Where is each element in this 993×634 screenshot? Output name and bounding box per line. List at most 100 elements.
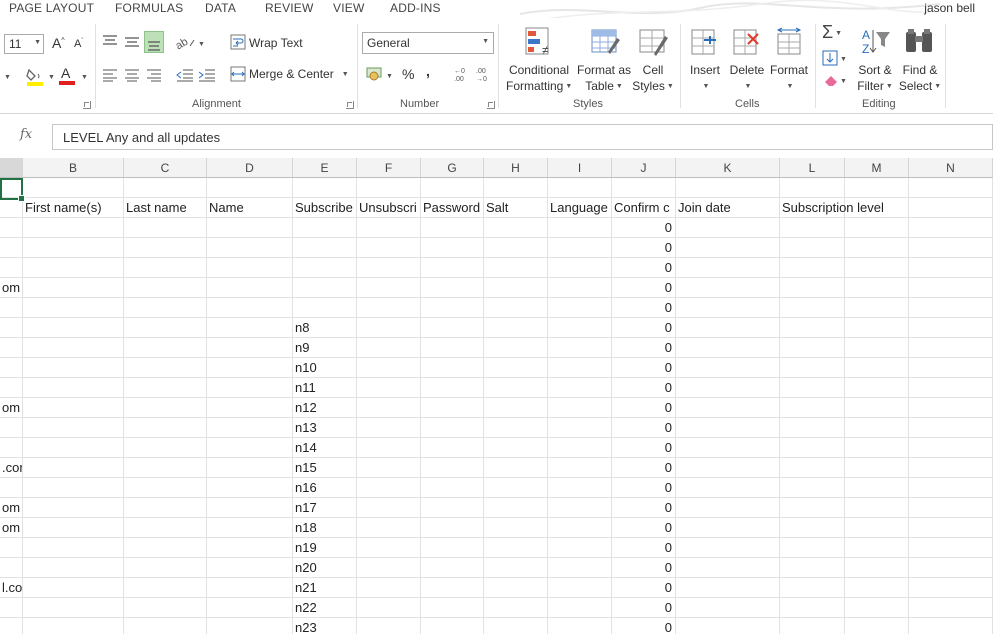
table-cell[interactable]: [421, 618, 484, 634]
table-cell[interactable]: [676, 558, 780, 578]
table-cell[interactable]: [676, 578, 780, 598]
table-cell[interactable]: [548, 558, 612, 578]
column-header-c[interactable]: C: [124, 158, 207, 178]
tab-view[interactable]: VIEW: [333, 1, 364, 15]
table-cell[interactable]: [23, 338, 124, 358]
table-cell[interactable]: [780, 458, 845, 478]
table-cell[interactable]: [207, 438, 293, 458]
confirm-cell[interactable]: 0: [612, 418, 676, 438]
table-cell[interactable]: [124, 498, 207, 518]
table-cell[interactable]: [780, 298, 845, 318]
table-cell[interactable]: [23, 238, 124, 258]
column-header-a[interactable]: [0, 158, 23, 178]
table-cell[interactable]: [207, 538, 293, 558]
table-cell[interactable]: [909, 618, 993, 634]
table-cell[interactable]: [421, 238, 484, 258]
table-cell[interactable]: [676, 618, 780, 634]
alignment-dialog-launcher-icon[interactable]: [346, 101, 354, 109]
table-cell[interactable]: [548, 178, 612, 198]
table-cell[interactable]: [23, 538, 124, 558]
table-cell[interactable]: [357, 338, 421, 358]
confirm-cell[interactable]: 0: [612, 578, 676, 598]
table-cell[interactable]: [909, 258, 993, 278]
table-cell[interactable]: [23, 318, 124, 338]
table-cell[interactable]: [484, 318, 548, 338]
table-cell[interactable]: [357, 458, 421, 478]
table-cell[interactable]: [421, 458, 484, 478]
confirm-cell[interactable]: 0: [612, 458, 676, 478]
subscribe-cell[interactable]: n15: [293, 458, 357, 478]
fill-color-icon[interactable]: [24, 66, 46, 86]
table-cell[interactable]: [548, 598, 612, 618]
table-cell[interactable]: [207, 558, 293, 578]
table-cell[interactable]: [548, 478, 612, 498]
table-cell[interactable]: [845, 238, 909, 258]
table-cell[interactable]: [676, 318, 780, 338]
email-fragment-cell[interactable]: [0, 218, 23, 238]
email-fragment-cell[interactable]: [0, 298, 23, 318]
email-fragment-cell[interactable]: l.com: [0, 578, 23, 598]
subscribe-cell[interactable]: n23: [293, 618, 357, 634]
table-cell[interactable]: [124, 558, 207, 578]
align-middle-icon[interactable]: [124, 34, 140, 48]
table-cell[interactable]: [124, 398, 207, 418]
email-fragment-cell[interactable]: [0, 418, 23, 438]
table-cell[interactable]: [676, 178, 780, 198]
table-cell[interactable]: [780, 318, 845, 338]
increase-indent-icon[interactable]: [198, 68, 216, 82]
subscribe-cell[interactable]: n20: [293, 558, 357, 578]
email-fragment-cell[interactable]: [0, 378, 23, 398]
table-cell[interactable]: [421, 318, 484, 338]
table-cell[interactable]: [548, 278, 612, 298]
table-cell[interactable]: [845, 558, 909, 578]
worksheet-grid[interactable]: B C D E F G H I J K L M N First name(s) Last name Name S…: [0, 158, 993, 634]
column-header-g[interactable]: G: [421, 158, 484, 178]
number-format-select[interactable]: General ▼: [362, 32, 494, 54]
table-cell[interactable]: [780, 538, 845, 558]
email-fragment-cell[interactable]: [0, 558, 23, 578]
table-cell[interactable]: [676, 338, 780, 358]
table-cell[interactable]: [357, 258, 421, 278]
table-cell[interactable]: [548, 618, 612, 634]
column-title-cell[interactable]: Join date: [676, 198, 780, 218]
table-cell[interactable]: [780, 218, 845, 238]
table-cell[interactable]: [676, 298, 780, 318]
table-cell[interactable]: [421, 178, 484, 198]
table-cell[interactable]: [909, 358, 993, 378]
column-title-cell[interactable]: Subscription level: [780, 198, 884, 218]
table-cell[interactable]: [909, 198, 993, 218]
table-cell[interactable]: [548, 318, 612, 338]
column-header-j[interactable]: J: [612, 158, 676, 178]
email-fragment-cell[interactable]: [0, 598, 23, 618]
percent-style-button[interactable]: %: [402, 66, 414, 82]
table-cell[interactable]: [780, 238, 845, 258]
table-cell[interactable]: [124, 618, 207, 634]
table-cell[interactable]: [845, 378, 909, 398]
table-cell[interactable]: [124, 378, 207, 398]
table-cell[interactable]: [484, 218, 548, 238]
confirm-cell[interactable]: 0: [612, 398, 676, 418]
table-cell[interactable]: [207, 598, 293, 618]
confirm-cell[interactable]: 0: [612, 478, 676, 498]
table-cell[interactable]: [23, 218, 124, 238]
increase-decimal-icon[interactable]: ←0.00: [452, 65, 470, 83]
table-cell[interactable]: [207, 178, 293, 198]
confirm-cell[interactable]: 0: [612, 378, 676, 398]
table-cell[interactable]: [548, 298, 612, 318]
email-fragment-cell[interactable]: om: [0, 398, 23, 418]
table-cell[interactable]: [484, 498, 548, 518]
table-cell[interactable]: [484, 618, 548, 634]
table-cell[interactable]: [124, 598, 207, 618]
table-cell[interactable]: [124, 518, 207, 538]
table-cell[interactable]: [484, 478, 548, 498]
wrap-text-button[interactable]: Wrap Text: [249, 36, 303, 50]
table-cell[interactable]: [780, 398, 845, 418]
table-cell[interactable]: [357, 498, 421, 518]
table-cell[interactable]: [676, 478, 780, 498]
table-cell[interactable]: [23, 558, 124, 578]
table-cell[interactable]: [548, 338, 612, 358]
table-cell[interactable]: [207, 478, 293, 498]
table-cell[interactable]: [207, 518, 293, 538]
table-cell[interactable]: [909, 598, 993, 618]
table-cell[interactable]: [293, 178, 357, 198]
